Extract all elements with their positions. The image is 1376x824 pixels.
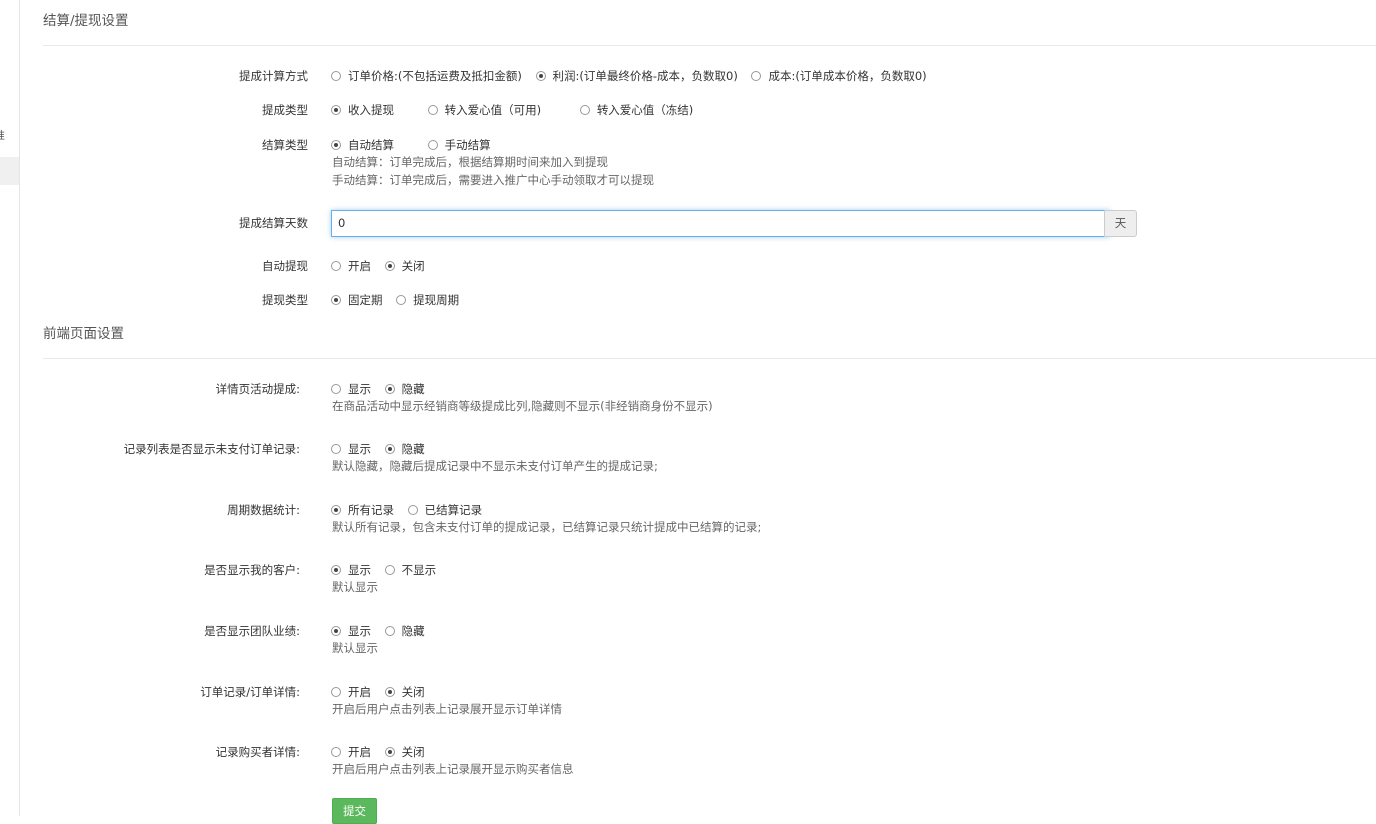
commission-type-option-income[interactable]: 收入提现: [331, 102, 394, 118]
withdraw-type-option-fixed[interactable]: 固定期: [331, 292, 383, 308]
section-title-settlement: 结算/提现设置: [43, 13, 129, 29]
commission-calc-option-profit[interactable]: 利润:(订单最终价格-成本，负数取0): [535, 68, 738, 84]
order-detail-label: 订单记录/订单详情:: [200, 685, 300, 699]
commission-calc-label: 提成计算方式: [239, 69, 308, 83]
radio-icon[interactable]: [331, 261, 341, 271]
show-team-help: 默认显示: [332, 641, 378, 655]
buyer-detail-option-on[interactable]: 开启: [331, 744, 371, 760]
detail-commission-label: 详情页活动提成:: [215, 382, 300, 396]
radio-checked-icon[interactable]: [331, 105, 341, 115]
radio-icon[interactable]: [396, 295, 407, 305]
section-divider: [43, 45, 1376, 46]
radio-icon[interactable]: [427, 140, 438, 150]
show-customers-option-hide[interactable]: 不显示: [384, 562, 436, 578]
buyer-detail-option-off[interactable]: 关闭: [384, 744, 425, 760]
buyer-detail-help: 开启后用户点击列表上记录展开显示购买者信息: [332, 762, 574, 776]
show-customers-option-show[interactable]: 显示: [331, 562, 371, 578]
radio-checked-icon[interactable]: [384, 687, 395, 697]
radio-icon[interactable]: [331, 687, 341, 697]
radio-icon[interactable]: [331, 444, 341, 454]
detail-commission-help: 在商品活动中显示经销商等级提成比列,隐藏则不显示(非经销商身份不显示): [332, 399, 713, 413]
buyer-detail-label: 记录购买者详情:: [215, 745, 300, 759]
radio-checked-icon[interactable]: [331, 565, 341, 575]
withdraw-type-label: 提现类型: [262, 293, 308, 307]
settle-type-option-manual[interactable]: 手动结算: [427, 137, 491, 153]
period-stats-option-settled[interactable]: 已结算记录: [407, 502, 482, 518]
withdraw-type-option-period[interactable]: 提现周期: [396, 292, 459, 308]
sidebar-active-item[interactable]: [0, 157, 19, 185]
section-title-frontend: 前端页面设置: [43, 326, 124, 342]
radio-checked-icon[interactable]: [331, 626, 341, 636]
radio-checked-icon[interactable]: [331, 505, 341, 515]
order-detail-option-off[interactable]: 关闭: [384, 684, 425, 700]
settle-type-help-manual: 手动结算：订单完成后，需要进入推广中心手动领取才可以提现: [332, 173, 654, 187]
section-divider: [43, 358, 1376, 359]
commission-type-option-frozen[interactable]: 转入爱心值（冻结): [579, 102, 693, 118]
radio-icon[interactable]: [579, 105, 590, 115]
radio-checked-icon[interactable]: [384, 747, 395, 757]
radio-checked-icon[interactable]: [535, 71, 546, 81]
unpaid-records-option-show[interactable]: 显示: [331, 441, 371, 457]
radio-icon[interactable]: [751, 71, 762, 81]
commission-calc-option-order-price[interactable]: 订单价格:(不包括运费及抵扣金额): [331, 68, 522, 84]
detail-commission-option-show[interactable]: 显示: [331, 381, 371, 397]
detail-commission-option-hide[interactable]: 隐藏: [384, 381, 425, 397]
radio-icon[interactable]: [427, 105, 438, 115]
commission-type-option-available[interactable]: 转入爱心值（可用): [427, 102, 541, 118]
radio-icon[interactable]: [384, 626, 395, 636]
period-stats-option-all[interactable]: 所有记录: [331, 502, 394, 518]
auto-withdraw-option-on[interactable]: 开启: [331, 258, 371, 274]
unpaid-records-help: 默认隐藏，隐藏后提成记录中不显示未支付订单产生的提成记录;: [332, 459, 658, 473]
commission-type-label: 提成类型: [262, 103, 308, 117]
radio-checked-icon[interactable]: [331, 295, 341, 305]
show-customers-label: 是否显示我的客户:: [204, 563, 300, 577]
radio-icon[interactable]: [407, 505, 418, 515]
period-stats-help: 默认所有记录，包含未支付订单的提成记录，已结算记录只统计提成中已结算的记录;: [332, 520, 762, 534]
radio-icon[interactable]: [331, 747, 341, 757]
show-team-option-hide[interactable]: 隐藏: [384, 623, 425, 639]
settle-days-unit: 天: [1104, 210, 1137, 237]
auto-withdraw-label: 自动提现: [262, 259, 308, 273]
settle-type-label: 结算类型: [262, 138, 308, 152]
show-team-label: 是否显示团队业绩:: [204, 624, 300, 638]
radio-icon[interactable]: [384, 565, 395, 575]
unpaid-records-label: 记录列表是否显示未支付订单记录:: [123, 442, 300, 456]
radio-icon[interactable]: [331, 71, 341, 81]
submit-button[interactable]: 提交: [332, 798, 377, 824]
radio-checked-icon[interactable]: [331, 140, 341, 150]
radio-checked-icon[interactable]: [384, 261, 395, 271]
period-stats-label: 周期数据统计:: [227, 503, 300, 517]
radio-checked-icon[interactable]: [384, 444, 395, 454]
order-detail-help: 开启后用户点击列表上记录展开显示订单详情: [332, 702, 562, 716]
settle-days-input[interactable]: 0: [331, 210, 1110, 237]
radio-icon[interactable]: [331, 384, 341, 394]
unpaid-records-option-hide[interactable]: 隐藏: [384, 441, 425, 457]
radio-checked-icon[interactable]: [384, 384, 395, 394]
settle-type-help-auto: 自动结算：订单完成后，根据结算期时间来加入到提现: [332, 155, 608, 169]
order-detail-option-on[interactable]: 开启: [331, 684, 371, 700]
show-customers-help: 默认显示: [332, 580, 378, 594]
auto-withdraw-option-off[interactable]: 关闭: [384, 258, 425, 274]
settle-type-option-auto[interactable]: 自动结算: [331, 137, 394, 153]
show-team-option-show[interactable]: 显示: [331, 623, 371, 639]
commission-calc-option-cost[interactable]: 成本:(订单成本价格，负数取0): [751, 68, 927, 84]
settle-days-label: 提成结算天数: [239, 216, 308, 230]
